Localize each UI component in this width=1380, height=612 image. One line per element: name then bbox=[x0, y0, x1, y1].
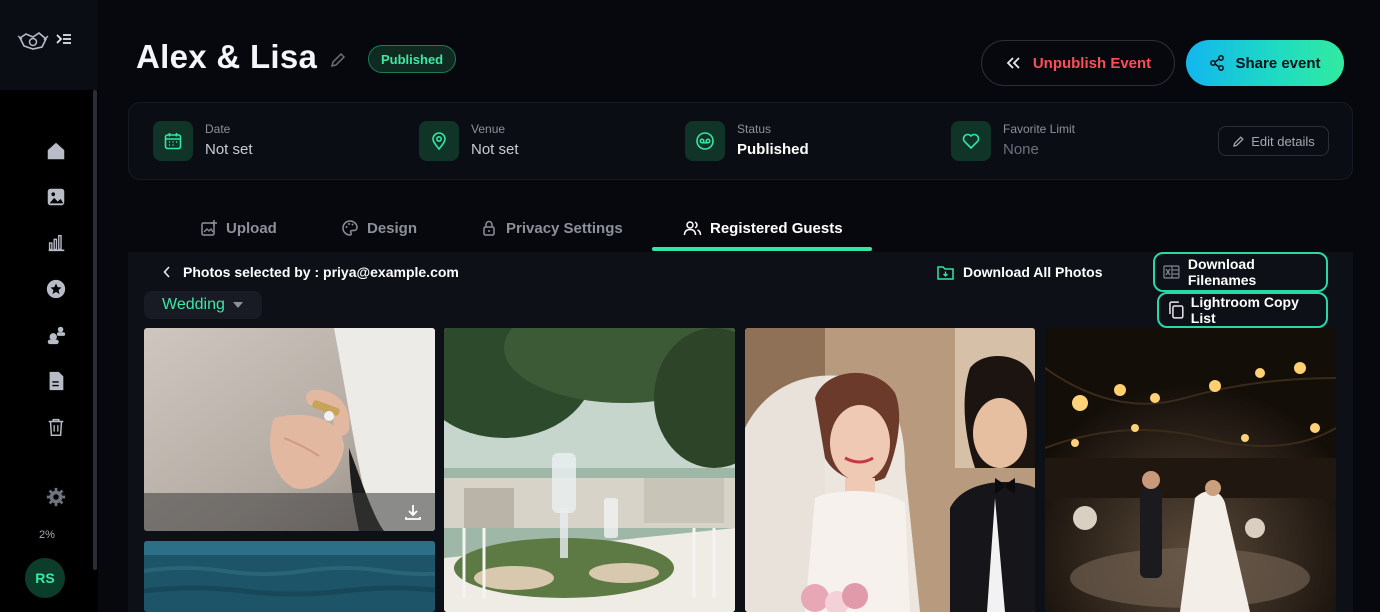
pencil-icon bbox=[1233, 135, 1244, 147]
tab-privacy-settings-label: Privacy Settings bbox=[506, 219, 623, 237]
tab-registered-guests[interactable]: Registered Guests bbox=[683, 216, 843, 240]
sidebar-scrollbar[interactable] bbox=[93, 90, 97, 570]
heart-icon bbox=[951, 121, 991, 161]
download-icon[interactable] bbox=[403, 502, 423, 522]
tab-upload-label: Upload bbox=[226, 219, 277, 237]
unpublish-label: Unpublish Event bbox=[1032, 54, 1152, 72]
app-window: 2% RS Alex & Lisa Published Unpublish Ev… bbox=[0, 0, 1380, 612]
menu-toggle-icon[interactable] bbox=[55, 31, 73, 49]
tab-registered-guests-label: Registered Guests bbox=[710, 219, 843, 237]
download-all-photos-button[interactable]: Download All Photos bbox=[937, 264, 1102, 280]
share-label: Share event bbox=[1235, 54, 1321, 72]
pencil-icon[interactable] bbox=[329, 51, 347, 69]
palette-icon bbox=[342, 220, 358, 236]
category-value: Wedding bbox=[162, 296, 225, 313]
gallery-icon[interactable] bbox=[44, 185, 68, 209]
status-badge: Published bbox=[368, 45, 457, 73]
folder-icon bbox=[937, 265, 954, 280]
back-to-guests-link[interactable]: Photos selected by : priya@example.com bbox=[163, 264, 459, 280]
photo-image bbox=[144, 541, 435, 612]
tab-upload[interactable]: Upload bbox=[200, 216, 277, 240]
download-filenames-label: Download Filenames bbox=[1187, 256, 1257, 288]
download-all-label: Download All Photos bbox=[963, 264, 1103, 280]
photo-image bbox=[745, 328, 1035, 612]
share-event-button[interactable]: Share event bbox=[1186, 40, 1344, 86]
photo-night-dance[interactable] bbox=[1045, 328, 1336, 612]
chevron-left-icon bbox=[163, 266, 170, 278]
date-value: Not set bbox=[205, 141, 253, 158]
selected-by-text: Photos selected by : priya@example.com bbox=[183, 264, 459, 280]
tab-privacy-settings[interactable]: Privacy Settings bbox=[480, 216, 623, 240]
photo-hands[interactable] bbox=[144, 328, 435, 531]
status-value: Published bbox=[737, 141, 809, 158]
photo-hover-bar bbox=[144, 493, 435, 531]
tab-design[interactable]: Design bbox=[341, 216, 417, 240]
edit-details-label: Edit details bbox=[1251, 133, 1315, 149]
photo-image bbox=[1045, 328, 1336, 612]
double-chevron-left-icon bbox=[1006, 57, 1020, 69]
photo-table-setting[interactable] bbox=[444, 328, 735, 612]
download-filenames-button[interactable]: Download Filenames bbox=[1153, 252, 1328, 292]
venue-label: Venue bbox=[471, 122, 506, 136]
home-icon[interactable] bbox=[44, 139, 68, 163]
users-icon bbox=[683, 221, 702, 236]
excel-icon bbox=[1163, 265, 1180, 279]
unpublish-event-button[interactable]: Unpublish Event bbox=[981, 40, 1175, 86]
analytics-icon[interactable] bbox=[44, 231, 68, 255]
event-info-card: Date Not set Venue Not set Status Publis… bbox=[128, 102, 1353, 180]
favorite-limit-label: Favorite Limit bbox=[1003, 122, 1076, 136]
copy-icon bbox=[1169, 301, 1184, 319]
settings-icon[interactable] bbox=[44, 485, 68, 509]
storage-usage: 2% bbox=[39, 529, 55, 541]
lightroom-copy-list-label: Lightroom Copy List bbox=[1190, 294, 1299, 326]
calendar-icon bbox=[153, 121, 193, 161]
share-icon bbox=[1210, 55, 1225, 71]
trash-icon[interactable] bbox=[44, 415, 68, 439]
caret-down-icon bbox=[232, 302, 243, 308]
users-icon[interactable] bbox=[44, 323, 68, 347]
document-icon[interactable] bbox=[44, 369, 68, 393]
status-label: Status bbox=[737, 122, 772, 136]
sidebar-header bbox=[0, 0, 98, 90]
star-icon[interactable] bbox=[44, 277, 68, 301]
tab-design-label: Design bbox=[367, 219, 418, 237]
status-icon bbox=[685, 121, 725, 161]
photo-sea[interactable] bbox=[144, 541, 435, 612]
upload-image-icon bbox=[201, 220, 217, 236]
date-label: Date bbox=[205, 122, 231, 136]
edit-details-button[interactable]: Edit details bbox=[1218, 126, 1329, 156]
avatar[interactable]: RS bbox=[25, 558, 65, 598]
venue-value: Not set bbox=[471, 141, 519, 158]
sidebar: 2% RS bbox=[0, 0, 98, 612]
active-tab-indicator bbox=[652, 247, 872, 251]
location-pin-icon bbox=[419, 121, 459, 161]
lock-icon bbox=[483, 220, 495, 236]
logo-icon bbox=[17, 31, 49, 50]
photo-bride-groom[interactable] bbox=[745, 328, 1035, 612]
page-title: Alex & Lisa bbox=[136, 38, 318, 75]
lightroom-copy-list-button[interactable]: Lightroom Copy List bbox=[1157, 292, 1328, 328]
favorite-limit-value: None bbox=[1003, 141, 1039, 158]
category-dropdown[interactable]: Wedding bbox=[144, 291, 262, 319]
photo-image bbox=[444, 328, 735, 612]
